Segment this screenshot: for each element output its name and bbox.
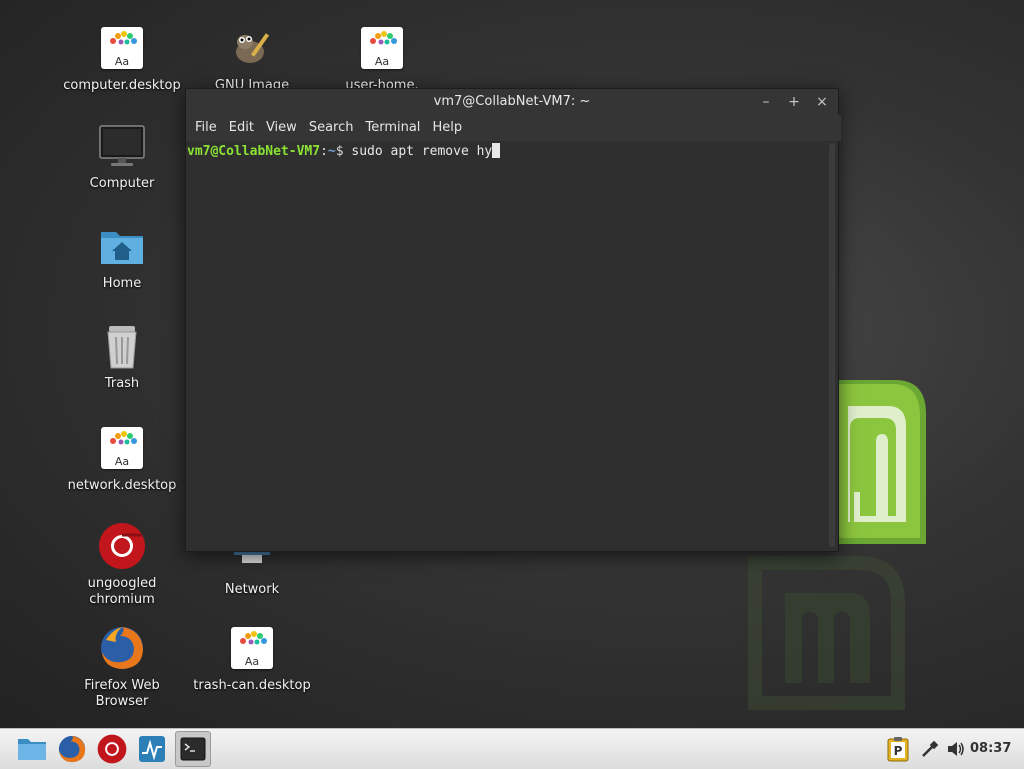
menu-help[interactable]: Help — [426, 115, 468, 141]
desktop-icon-label: Trash — [104, 376, 140, 391]
font-file-icon: Aa — [98, 424, 146, 472]
desktop-icon-firefox[interactable]: Firefox Web Browser — [60, 624, 184, 710]
window-titlebar[interactable]: vm7@CollabNet-VM7: ~ – + × — [186, 89, 838, 115]
prompt-path: ~ — [327, 144, 336, 159]
menu-bar: File Edit View Search Terminal Help — [186, 115, 841, 141]
prompt-separator: : — [320, 144, 328, 159]
taskbar: P 08:37 — [0, 728, 1024, 769]
terminal-icon — [180, 737, 206, 761]
desktop-icon-label: ungoogled chromium — [87, 576, 157, 607]
trash-icon — [98, 322, 146, 370]
taskbar-system-monitor-button[interactable] — [136, 733, 168, 765]
desktop-icon-home[interactable]: Home — [60, 222, 184, 292]
desktop: Aa computer.desktop GNU Image Aa user-ho… — [0, 0, 1024, 728]
clipboard-icon: P — [887, 737, 909, 762]
desktop-icon-trash-can-desktop[interactable]: Aa trash-can.desktop — [190, 624, 314, 694]
linux-mint-logo-reflection — [748, 556, 905, 710]
desktop-icon-gimp[interactable]: GNU Image — [190, 24, 314, 94]
menu-file[interactable]: File — [189, 115, 223, 141]
desktop-icon-label: Network — [224, 582, 280, 597]
desktop-icon-trash[interactable]: Trash — [60, 322, 184, 392]
desktop-icon-label: network.desktop — [67, 478, 177, 493]
desktop-icon-label: trash-can.desktop — [193, 678, 311, 693]
home-folder-icon — [98, 222, 146, 270]
taskbar-clock[interactable]: 08:37 — [970, 741, 1011, 756]
menu-edit[interactable]: Edit — [223, 115, 260, 141]
prompt-user-host: vm7@CollabNet-VM7 — [187, 144, 321, 159]
font-file-icon: Aa — [228, 624, 276, 672]
terminal-window[interactable]: vm7@CollabNet-VM7: ~ – + × File Edit Vie… — [185, 88, 841, 552]
taskbar-volume-applet[interactable] — [940, 733, 972, 765]
taskbar-terminal-button[interactable] — [175, 731, 211, 767]
desktop-icon-computer[interactable]: Computer — [60, 122, 184, 192]
menu-view[interactable]: View — [260, 115, 303, 141]
terminal-text-area[interactable]: vm7@CollabNet-VM7:~$ sudo apt remove hy — [186, 141, 826, 549]
maximize-button[interactable]: + — [784, 92, 804, 112]
desktop-icon-ungoogled-chromium[interactable]: ungoogled chromium — [60, 522, 184, 608]
gimp-icon — [228, 24, 276, 72]
chromium-icon — [98, 522, 146, 570]
command-text: sudo apt remove hy — [351, 144, 493, 159]
taskbar-files-button[interactable] — [16, 733, 48, 765]
menu-terminal[interactable]: Terminal — [359, 115, 426, 141]
terminal-scrollbar[interactable] — [829, 143, 835, 547]
firefox-icon — [98, 624, 146, 672]
desktop-icon-label: computer.desktop — [63, 78, 181, 93]
font-file-icon: Aa — [98, 24, 146, 72]
folder-icon — [18, 739, 46, 760]
desktop-icon-label: Firefox Web Browser — [84, 678, 160, 709]
text-cursor — [492, 143, 501, 158]
svg-text:P: P — [894, 744, 903, 758]
monitor-icon — [98, 122, 146, 170]
menu-search[interactable]: Search — [303, 115, 360, 141]
terminal-command-line: vm7@CollabNet-VM7:~$ sudo apt remove hy — [187, 143, 826, 160]
desktop-icon-network-desktop[interactable]: Aa network.desktop — [60, 424, 184, 494]
taskbar-clipboard-applet[interactable]: P — [882, 733, 914, 765]
minimize-button[interactable]: – — [756, 92, 776, 112]
desktop-icon-label: Computer — [89, 176, 155, 191]
window-title: vm7@CollabNet-VM7: ~ — [433, 94, 591, 109]
volume-icon — [948, 742, 964, 756]
chromium-icon — [97, 734, 127, 764]
system-monitor-icon — [139, 736, 165, 762]
desktop-icon-user-home[interactable]: Aa user-home. — [320, 24, 444, 94]
firefox-icon — [58, 735, 86, 763]
desktop-icon-computer-desktop[interactable]: Aa computer.desktop — [60, 24, 184, 94]
taskbar-chromium-button[interactable] — [96, 733, 128, 765]
close-button[interactable]: × — [812, 92, 832, 112]
taskbar-firefox-button[interactable] — [56, 733, 88, 765]
network-plug-icon — [922, 740, 939, 757]
desktop-icon-label: Home — [102, 276, 142, 291]
font-file-icon: Aa — [358, 24, 406, 72]
prompt-symbol: $ — [335, 144, 352, 159]
